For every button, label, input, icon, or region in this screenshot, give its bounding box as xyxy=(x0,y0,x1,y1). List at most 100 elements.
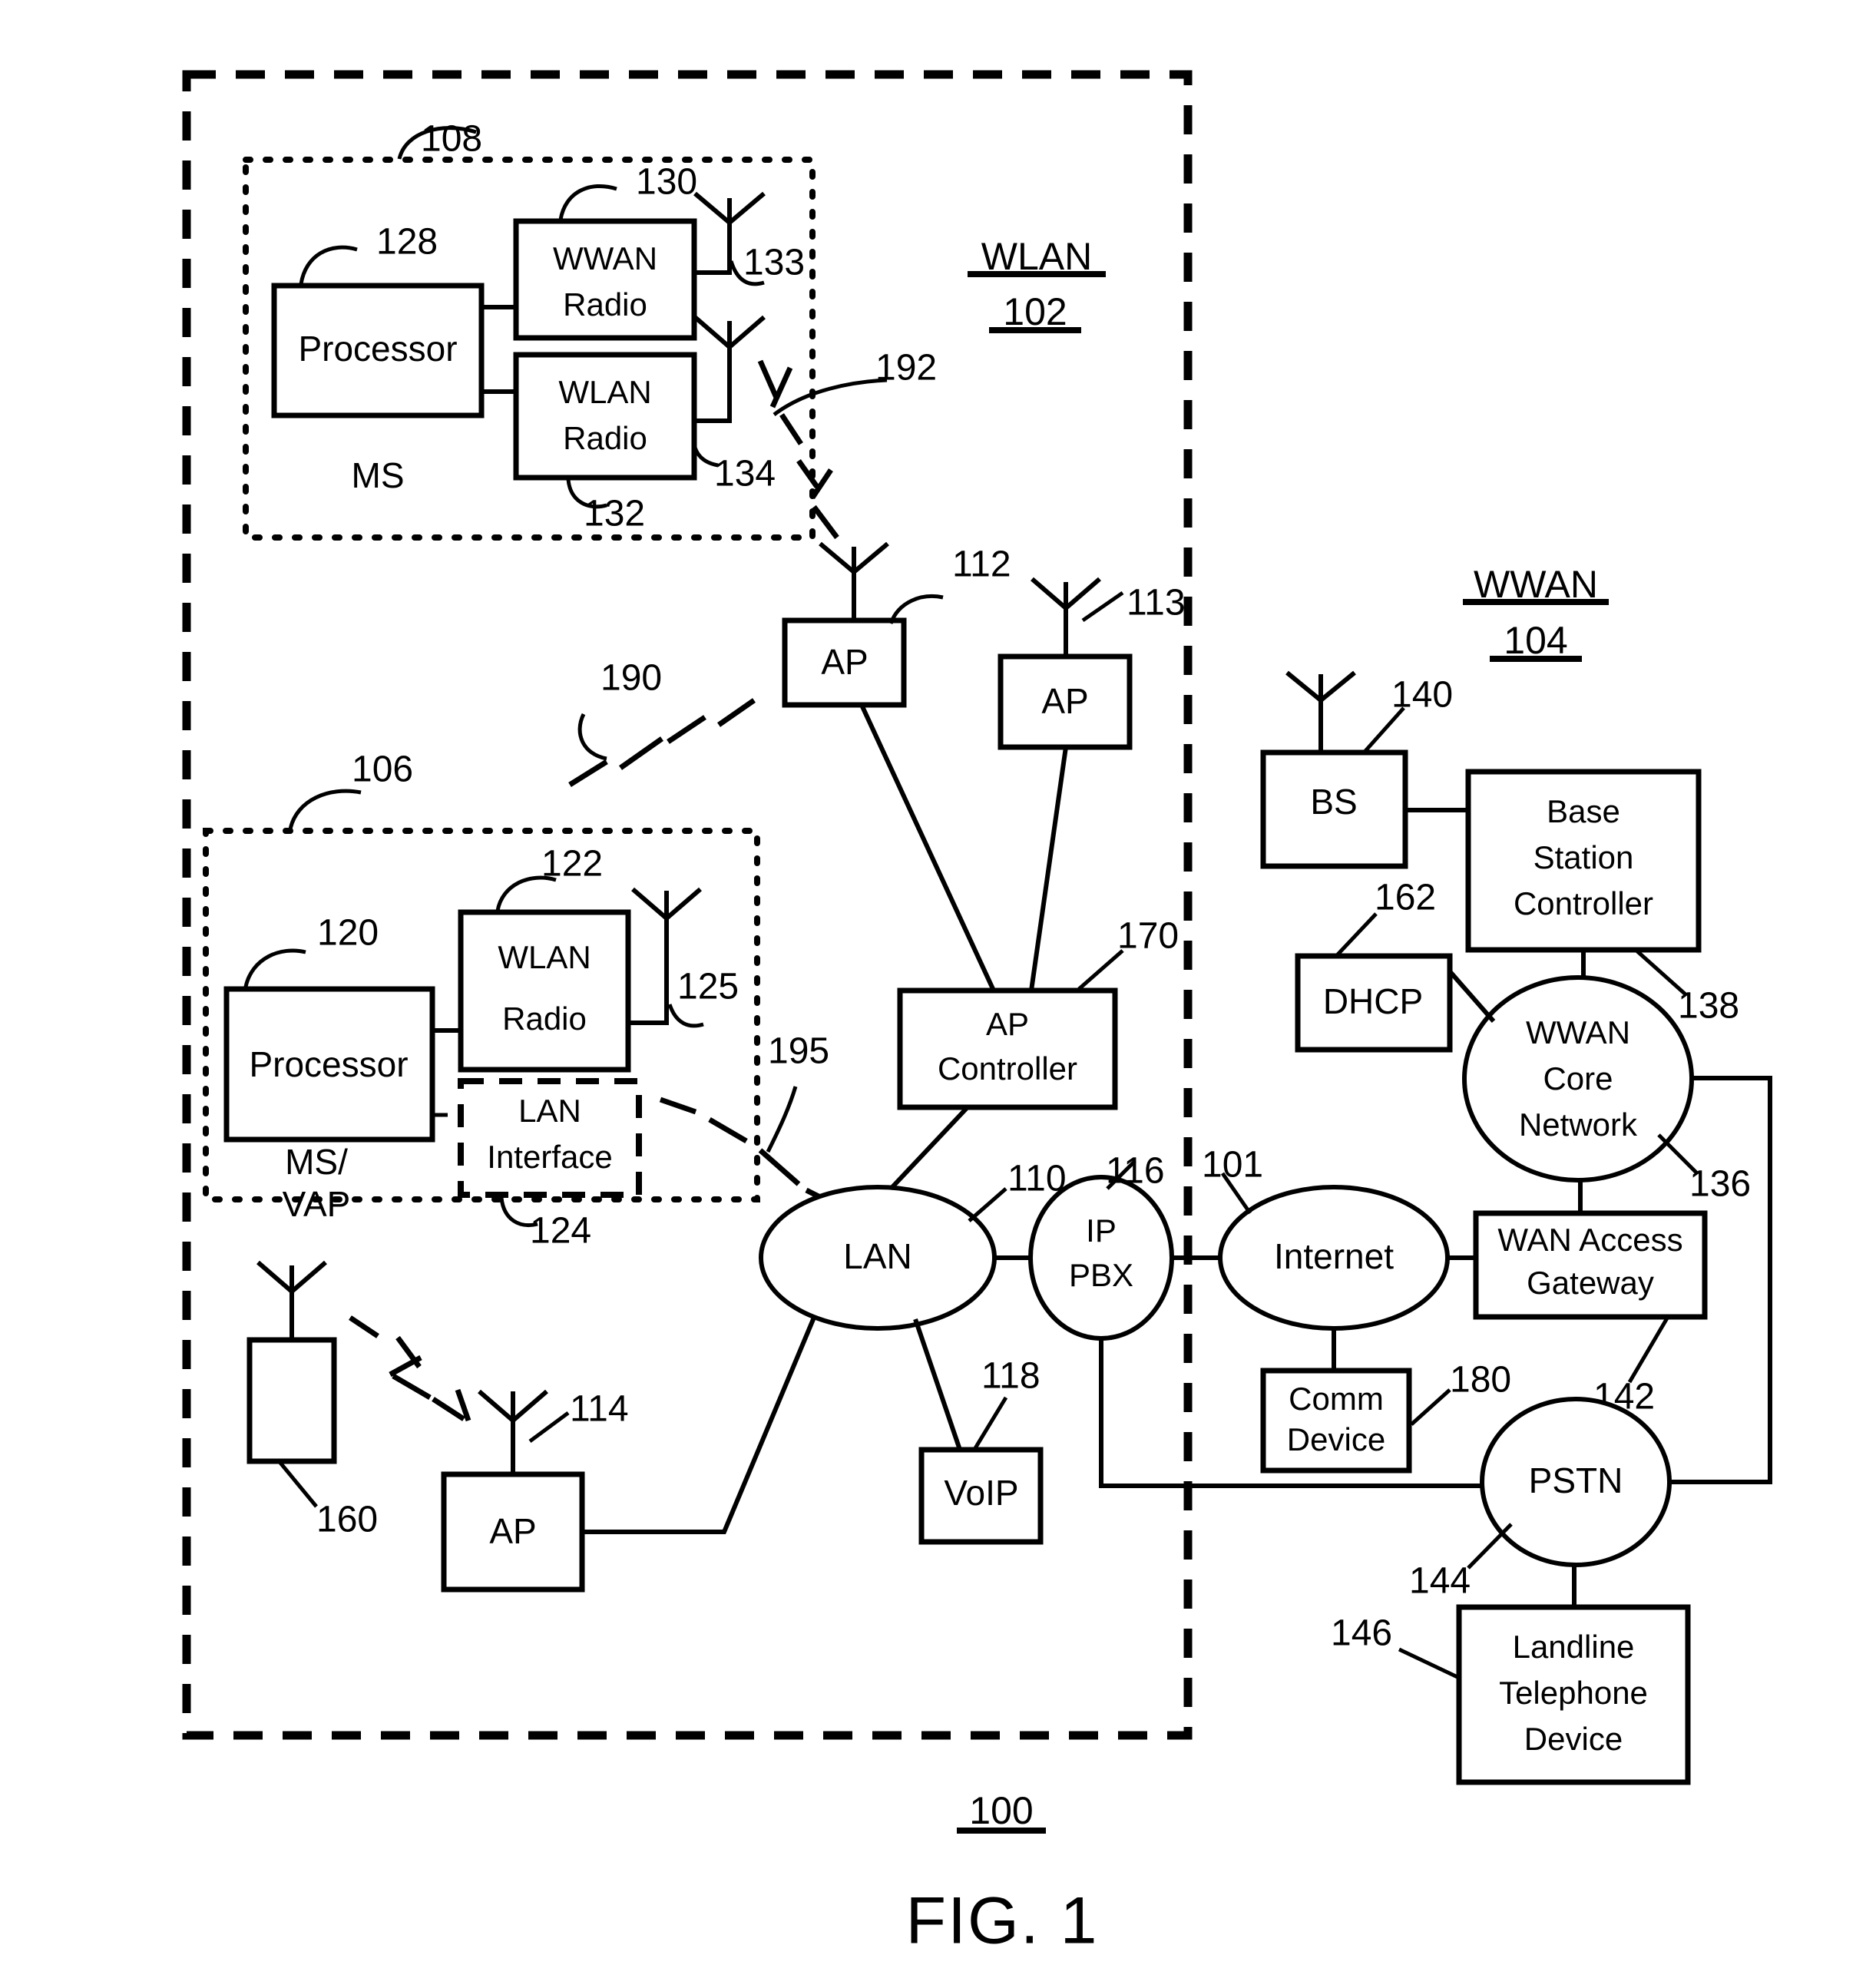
internet-label: Internet xyxy=(1274,1236,1394,1276)
ref-132: 132 xyxy=(584,494,645,534)
group-title-wwan: WWAN 104 xyxy=(1463,563,1609,662)
vap-caption-label-1: MS/ xyxy=(285,1142,348,1182)
ref-113: 113 xyxy=(1127,583,1186,624)
ref-112: 112 xyxy=(952,544,1011,585)
dhcp-label: DHCP xyxy=(1323,981,1423,1021)
leader-144 xyxy=(1467,1523,1513,1570)
link-ap113-controller xyxy=(1029,746,1068,991)
patent-figure: WLAN 102 WWAN 104 108 Processor 128 WWAN… xyxy=(0,0,1866,1988)
voip-label: VoIP xyxy=(944,1473,1018,1513)
vap-lan-interface-label-2: Interface xyxy=(487,1139,612,1175)
leader-192 xyxy=(773,378,888,416)
legacy-device-antenna xyxy=(256,1260,327,1340)
group-title-wlan-ref: 102 xyxy=(1003,290,1067,333)
ref-144: 144 xyxy=(1409,1561,1471,1602)
wireless-link-190 xyxy=(568,698,756,787)
ref-190: 190 xyxy=(600,658,662,699)
ap-112-antenna xyxy=(819,541,889,620)
ref-180: 180 xyxy=(1450,1360,1511,1401)
legacy-device-box[interactable] xyxy=(246,1337,337,1464)
ref-118: 118 xyxy=(981,1356,1041,1397)
ref-192: 192 xyxy=(875,348,937,389)
ref-134: 134 xyxy=(714,454,776,495)
link-ap112-controller xyxy=(859,703,996,992)
leader-180 xyxy=(1410,1388,1451,1426)
group-title-wwan-ref: 104 xyxy=(1504,619,1567,662)
group-title-wlan: WLAN 102 xyxy=(968,235,1106,333)
ip-pbx-label-2: PBX xyxy=(1069,1257,1133,1293)
wireless-link-195 xyxy=(659,1097,835,1207)
system-ref: 100 xyxy=(957,1789,1046,1834)
ref-116: 116 xyxy=(1106,1151,1165,1192)
lan-label: LAN xyxy=(843,1236,911,1276)
bs-antenna xyxy=(1285,670,1356,753)
bs-label: BS xyxy=(1310,782,1357,822)
wag-label-1: WAN Access xyxy=(1497,1222,1682,1258)
ref-160: 160 xyxy=(316,1500,378,1540)
ap-controller-label-1: AP xyxy=(986,1006,1029,1042)
figure-title: FIG. 1 xyxy=(906,1884,1099,1958)
bsc-label-1: Base xyxy=(1547,793,1620,829)
ref-101: 101 xyxy=(1202,1145,1263,1186)
ip-pbx-label-1: IP xyxy=(1086,1212,1117,1249)
leader-130 xyxy=(558,184,617,220)
comm-device-label-1: Comm xyxy=(1289,1381,1384,1417)
leader-162 xyxy=(1336,912,1378,956)
ref-146: 146 xyxy=(1331,1613,1392,1654)
ref-125: 125 xyxy=(677,967,739,1007)
leader-160 xyxy=(279,1461,318,1508)
ref-108: 108 xyxy=(421,119,482,160)
ap-114-label: AP xyxy=(489,1511,536,1551)
wag-label-2: Gateway xyxy=(1527,1265,1654,1301)
system-ref-number: 100 xyxy=(969,1789,1033,1832)
leader-114 xyxy=(528,1411,570,1444)
landline-label-3: Device xyxy=(1524,1721,1623,1757)
leader-170 xyxy=(1077,949,1124,991)
ref-122: 122 xyxy=(541,844,603,885)
ref-120: 120 xyxy=(317,913,379,954)
wireless-link-legacy-ap114 xyxy=(349,1315,471,1422)
vap-wlan-radio-label-2: Radio xyxy=(502,1001,587,1037)
leader-195 xyxy=(766,1086,798,1153)
ap-114-antenna xyxy=(478,1389,548,1474)
ms-caption-label: MS xyxy=(352,455,405,495)
wwan-core-label-1: WWAN xyxy=(1526,1014,1630,1050)
leader-106 xyxy=(288,789,362,830)
ms-wwan-radio-label-1: WWAN xyxy=(553,240,657,276)
vap-wlan-radio-box[interactable] xyxy=(458,909,631,1073)
leader-118 xyxy=(973,1396,1008,1450)
ms-wlan-radio-label-1: WLAN xyxy=(558,374,651,410)
comm-device-label-2: Device xyxy=(1287,1421,1385,1457)
leader-120 xyxy=(243,948,306,987)
wwan-core-label-3: Network xyxy=(1519,1106,1638,1143)
landline-label-2: Telephone xyxy=(1499,1675,1648,1711)
link-lan-voip xyxy=(913,1318,962,1450)
ms-processor-label: Processor xyxy=(298,329,457,369)
ref-136: 136 xyxy=(1689,1164,1751,1205)
wwan-core-label-2: Core xyxy=(1543,1060,1613,1097)
link-dhcp-wwancore xyxy=(1447,970,1496,1023)
ap-113-label: AP xyxy=(1041,681,1088,721)
ms-wlan-radio-box[interactable] xyxy=(513,352,697,481)
ref-140: 140 xyxy=(1391,675,1453,716)
leader-142 xyxy=(1627,1315,1670,1384)
ref-133: 133 xyxy=(743,243,805,283)
ref-170: 170 xyxy=(1117,916,1179,957)
ref-106: 106 xyxy=(352,749,413,790)
bsc-label-3: Controller xyxy=(1514,885,1653,921)
link-apcontroller-lan xyxy=(888,1105,970,1191)
ref-114: 114 xyxy=(570,1389,629,1430)
wireless-link-192 xyxy=(757,359,839,540)
leader-128 xyxy=(299,245,358,285)
ms-wwan-radio-label-2: Radio xyxy=(563,286,647,323)
vap-wlan-radio-label-1: WLAN xyxy=(498,939,591,975)
vap-caption-label-2: VAP xyxy=(283,1184,351,1224)
leader-190 xyxy=(577,713,607,761)
ap-112-label: AP xyxy=(821,642,868,682)
ref-138: 138 xyxy=(1678,986,1739,1027)
vap-lan-interface-label-1: LAN xyxy=(518,1093,581,1129)
ref-124: 124 xyxy=(530,1211,591,1252)
ref-130: 130 xyxy=(636,162,697,203)
ms-wlan-antenna xyxy=(693,315,766,423)
ref-128: 128 xyxy=(376,222,438,263)
